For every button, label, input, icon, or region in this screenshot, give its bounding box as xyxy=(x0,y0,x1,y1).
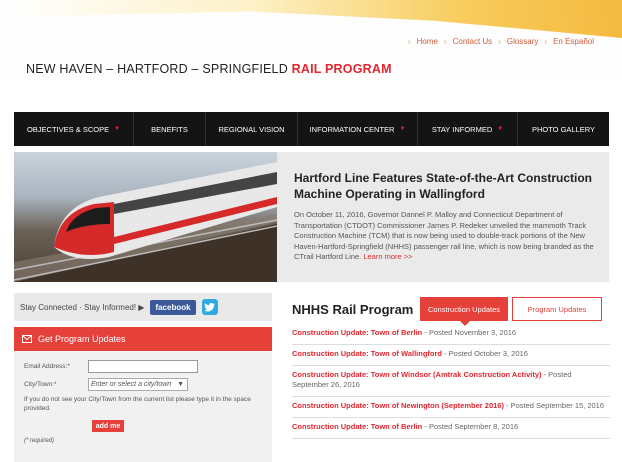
list-item: Construction Update: Town of Windsor (Am… xyxy=(292,366,610,397)
utility-links: › Home › Contact Us › Glossary › En Español xyxy=(407,37,594,46)
main-nav: OBJECTIVES & SCOPE ▼ BENEFITS REGIONAL VI… xyxy=(14,112,609,146)
tab-program-updates[interactable]: Program Updates xyxy=(512,297,602,321)
hero-title[interactable]: Hartford Line Features State-of-the-Art … xyxy=(294,170,594,202)
chevron-down-icon: ▼ xyxy=(177,381,184,388)
nav-photo-gallery[interactable]: PHOTO GALLERY xyxy=(518,112,609,146)
update-link[interactable]: Construction Update: Town of Berlin xyxy=(292,422,422,431)
social-bar: Stay Connected · Stay Informed! ▶ facebo… xyxy=(14,293,272,321)
list-item: Construction Update: Town of Berlin - Po… xyxy=(292,418,610,439)
rail-program-title: NHHS Rail Program xyxy=(292,302,414,317)
twitter-button[interactable] xyxy=(201,299,218,315)
update-link[interactable]: Construction Update: Town of Berlin xyxy=(292,328,422,337)
nav-benefits[interactable]: BENEFITS xyxy=(134,112,206,146)
envelope-icon xyxy=(22,335,32,343)
learn-more-link[interactable]: Learn more >> xyxy=(363,252,412,261)
home-link[interactable]: Home xyxy=(417,37,438,46)
city-select[interactable]: Enter or select a city/town ▼ xyxy=(88,378,188,391)
email-row: Email Address:* xyxy=(24,360,262,373)
hero-feature: Hartford Line Features State-of-the-Art … xyxy=(14,152,609,282)
list-item: Construction Update: Town of Newington (… xyxy=(292,397,610,418)
site-logo[interactable]: NEW HAVEN – HARTFORD – SPRINGFIELD RAIL … xyxy=(26,62,392,76)
espanol-link[interactable]: En Español xyxy=(553,37,594,46)
city-row: City/Town:* Enter or select a city/town ▼ xyxy=(24,378,262,391)
chevron-down-icon: ▼ xyxy=(399,126,406,132)
tab-construction-updates[interactable]: Construction Updates xyxy=(420,297,508,326)
add-me-button[interactable]: add me xyxy=(92,420,124,432)
hero-body: On October 11, 2016, Governor Dannel P. … xyxy=(294,210,594,261)
train-illustration xyxy=(14,162,277,282)
nav-objectives[interactable]: OBJECTIVES & SCOPE ▼ xyxy=(14,112,134,146)
updates-list: Construction Update: Town of Berlin - Po… xyxy=(292,324,610,439)
page: › Home › Contact Us › Glossary › En Español … xyxy=(0,0,622,462)
train-image[interactable] xyxy=(14,152,277,282)
twitter-bird-icon xyxy=(204,302,216,312)
signup-header: Get Program Updates xyxy=(14,327,272,351)
connect-text: Stay Connected · Stay Informed! ▶ xyxy=(20,302,145,312)
required-note: (* required) xyxy=(24,438,55,444)
hero-text: Hartford Line Features State-of-the-Art … xyxy=(294,170,594,263)
update-link[interactable]: Construction Update: Town of Windsor (Am… xyxy=(292,370,542,379)
header: › Home › Contact Us › Glossary › En Español … xyxy=(0,0,622,100)
city-label: City/Town:* xyxy=(24,381,57,388)
header-swoosh xyxy=(0,0,622,38)
facebook-button[interactable]: facebook xyxy=(150,299,196,315)
nav-stay-informed[interactable]: STAY INFORMED ▼ xyxy=(418,112,518,146)
signup-title: Get Program Updates xyxy=(38,334,126,344)
city-note: If you do not see your City/Town from th… xyxy=(24,396,251,412)
nav-regional-vision[interactable]: REGIONAL VISION xyxy=(206,112,298,146)
nav-information-center[interactable]: INFORMATION CENTER ▼ xyxy=(298,112,418,146)
update-link[interactable]: Construction Update: Town of Newington (… xyxy=(292,401,504,410)
glossary-link[interactable]: Glossary xyxy=(507,37,539,46)
list-item: Construction Update: Town of Berlin - Po… xyxy=(292,324,610,345)
signup-form: Email Address:* City/Town:* Enter or sel… xyxy=(14,351,272,462)
list-item: Construction Update: Town of Wallingford… xyxy=(292,345,610,366)
logo-accent: RAIL PROGRAM xyxy=(291,62,392,76)
email-field[interactable] xyxy=(88,360,198,373)
chevron-down-icon: ▼ xyxy=(497,126,504,132)
update-link[interactable]: Construction Update: Town of Wallingford xyxy=(292,349,442,358)
contact-link[interactable]: Contact Us xyxy=(453,37,493,46)
logo-main: NEW HAVEN – HARTFORD – SPRINGFIELD xyxy=(26,62,292,76)
chevron-down-icon: ▼ xyxy=(114,126,121,132)
email-label: Email Address:* xyxy=(24,363,70,370)
